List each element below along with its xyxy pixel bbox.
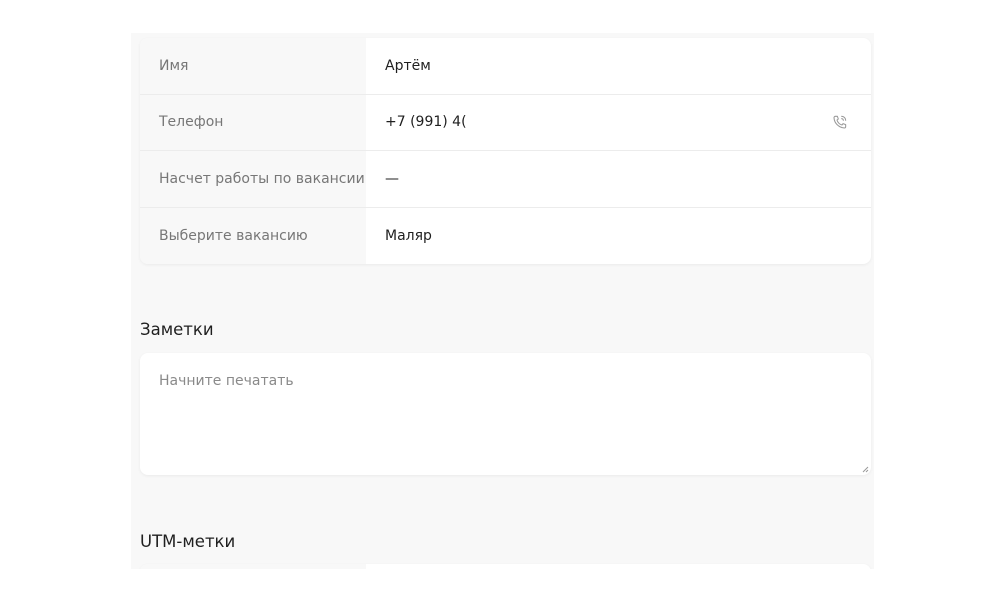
- field-value-phone[interactable]: +7 (991) 4(: [385, 114, 467, 130]
- field-label-vacancy: Выберите вакансию: [140, 207, 366, 264]
- field-label-name: Имя: [140, 38, 366, 94]
- field-value-name[interactable]: Артём: [366, 38, 871, 94]
- notes-section-title: Заметки: [140, 320, 214, 339]
- field-value-vacancy-inquiry[interactable]: —: [366, 151, 871, 207]
- contact-info-card: Имя Артём Телефон +7 (991) 4( Насчет раб…: [140, 38, 871, 264]
- field-value-phone-cell[interactable]: +7 (991) 4(: [366, 95, 871, 151]
- field-row-vacancy: Выберите вакансию Маляр: [140, 207, 871, 265]
- phone-call-icon[interactable]: [831, 113, 849, 131]
- field-value-vacancy[interactable]: Маляр: [366, 208, 871, 265]
- resize-handle-icon[interactable]: [861, 465, 869, 473]
- notes-textarea[interactable]: [140, 353, 871, 475]
- lead-details-panel: Имя Артём Телефон +7 (991) 4( Насчет раб…: [131, 33, 874, 569]
- notes-card: [140, 353, 871, 475]
- field-row-name: Имя Артём: [140, 38, 871, 95]
- field-label-vacancy-inquiry: Насчет работы по вакансии: [140, 151, 366, 207]
- field-row-phone: Телефон +7 (991) 4(: [140, 94, 871, 151]
- utm-row-label: [140, 564, 366, 569]
- utm-section-title: UTM-метки: [140, 532, 236, 551]
- field-label-phone: Телефон: [140, 94, 366, 150]
- field-row-vacancy-inquiry: Насчет работы по вакансии —: [140, 151, 871, 208]
- utm-card: [140, 564, 871, 569]
